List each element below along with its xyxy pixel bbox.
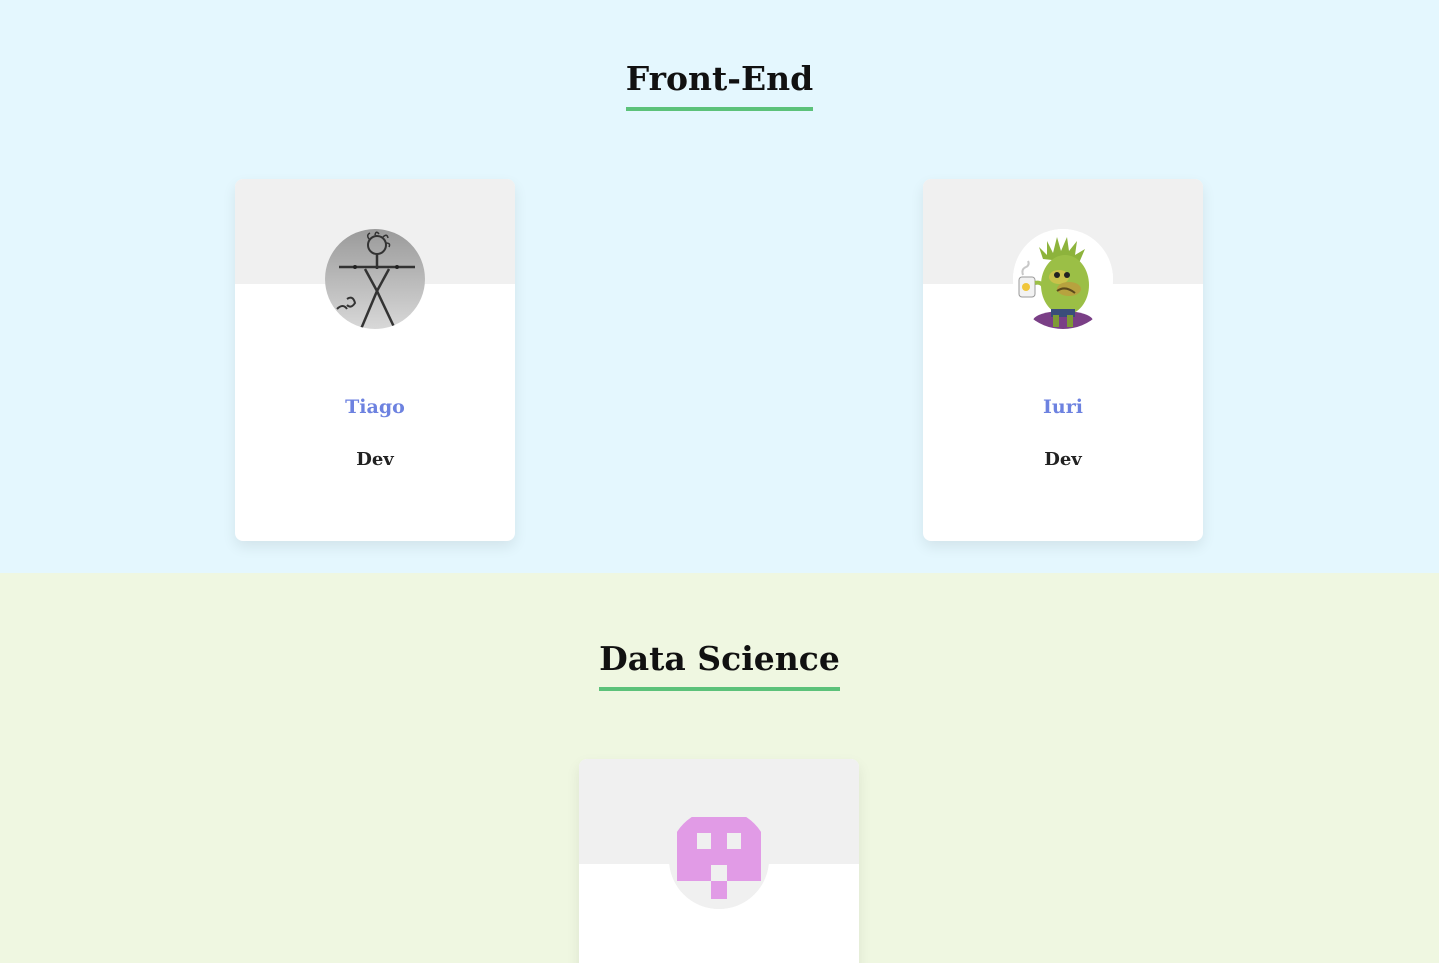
team-member-card: Iuri Dev bbox=[923, 179, 1203, 541]
section-title: Front-End bbox=[0, 59, 1439, 111]
team-member-card bbox=[579, 759, 859, 963]
section-title-text: Data Science bbox=[599, 639, 840, 691]
section-title: Data Science bbox=[0, 639, 1439, 691]
section-data-science: Data Science bbox=[0, 573, 1439, 963]
section-title-text: Front-End bbox=[625, 59, 814, 111]
pink-identicon-avatar-icon bbox=[669, 809, 769, 909]
stick-figure-avatar-icon bbox=[325, 229, 425, 329]
member-name-link[interactable]: Tiago bbox=[235, 396, 515, 418]
section-front-end: Front-End Tiago Dev Iuri Dev bbox=[0, 0, 1439, 573]
member-role: Dev bbox=[1044, 449, 1082, 470]
member-role: Dev bbox=[356, 449, 394, 470]
team-member-card: Tiago Dev bbox=[235, 179, 515, 541]
green-monster-avatar-icon bbox=[1013, 229, 1113, 329]
member-name-link[interactable]: Iuri bbox=[923, 396, 1203, 418]
